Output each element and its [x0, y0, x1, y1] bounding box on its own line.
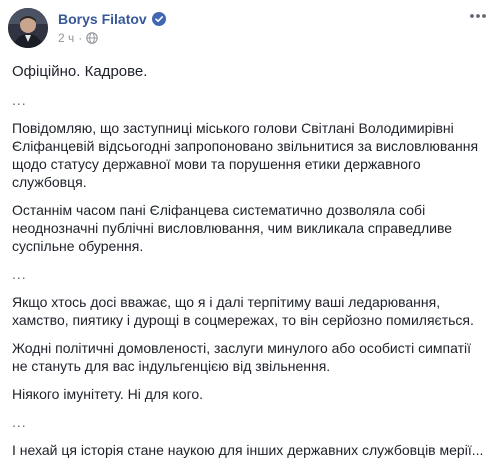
globe-icon[interactable]: [86, 32, 99, 44]
post-separator: ...: [12, 414, 27, 430]
post-paragraph: Останнім часом пані Єліфанцева системати…: [12, 202, 453, 254]
author-line: Borys Filatov: [58, 10, 166, 28]
post-separator: ...: [12, 266, 27, 282]
post-paragraph: Повідомляю, що заступниці міського голов…: [12, 120, 479, 190]
post-header: Borys Filatov 2 ч ·: [8, 8, 492, 52]
verified-badge-icon: [151, 12, 166, 26]
post-timestamp[interactable]: 2 ч: [58, 31, 74, 45]
author-name[interactable]: Borys Filatov: [58, 11, 147, 27]
post-paragraph: Жодні політичні домовленості, заслуги ми…: [12, 340, 472, 374]
post-paragraph: Ніякого імунітету. Ні для кого.: [12, 386, 204, 402]
post-body: Офіційно. Кадрове. ... Повідомляю, що за…: [12, 62, 490, 469]
more-options-icon[interactable]: [466, 8, 490, 24]
post-paragraph: Офіційно. Кадрове.: [12, 63, 148, 80]
post-paragraph: Якщо хтось досі вважає, що я і далі терп…: [12, 294, 474, 328]
author-avatar[interactable]: [8, 8, 48, 48]
post-separator: ...: [12, 92, 27, 108]
avatar-image: [8, 8, 48, 48]
post-meta: 2 ч ·: [58, 30, 99, 46]
meta-separator: ·: [78, 31, 83, 45]
facebook-post: Borys Filatov 2 ч · Офіційно. Кадрове. .…: [0, 0, 500, 458]
post-paragraph: І нехай ця історія стане наукою для інши…: [12, 442, 484, 458]
